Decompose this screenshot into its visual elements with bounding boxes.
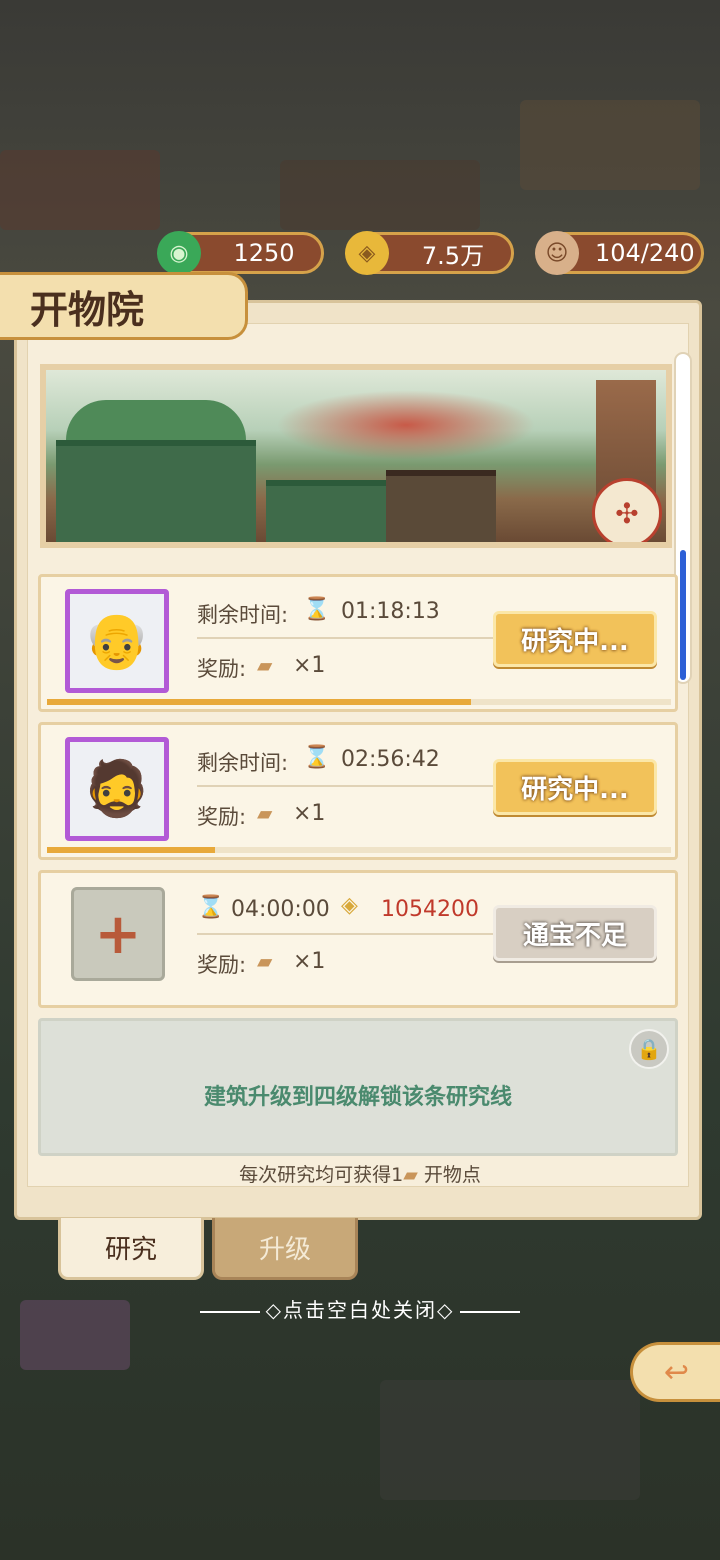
research-progress-fill xyxy=(47,699,472,705)
back-button[interactable]: ↩ xyxy=(630,1342,720,1402)
banner-pagoda xyxy=(56,440,256,542)
page-title: 开物院 xyxy=(0,272,248,340)
banner-hall xyxy=(266,480,386,542)
unlock-requirement: 建筑升级到四级解锁该条研究线 xyxy=(203,1085,512,1110)
research-duration: 04:00:00 xyxy=(231,897,330,922)
wood-plank-icon: ▰ xyxy=(403,1164,418,1186)
footer-note-text: 每次研究均可获得1 xyxy=(239,1164,404,1186)
insufficient-coins-button[interactable]: 通宝不足 xyxy=(493,905,657,961)
close-hint[interactable]: ◇点击空白处关闭◇ xyxy=(0,1294,720,1323)
footer-note-points: 开物点 xyxy=(423,1164,481,1186)
coin-amount: 7.5万 xyxy=(421,241,485,270)
reward-quantity: ×1 xyxy=(293,949,326,974)
research-slot-2: 🧔 剩余时间: ⌛ 02:56:42 奖励: ▰ ×1 研究中... xyxy=(38,722,678,860)
lock-icon: 🔒 xyxy=(629,1029,669,1069)
research-progress-fill xyxy=(47,847,216,853)
remaining-time: 01:18:13 xyxy=(341,599,440,624)
banner-pagoda-roof xyxy=(66,400,246,440)
hourglass-icon: ⌛ xyxy=(197,895,225,920)
research-slot-locked: 🔒 建筑升级到四级解锁该条研究线 xyxy=(38,1018,678,1156)
academy-banner-image: ✣ 科技 xyxy=(40,364,672,548)
footer-note: 每次研究均可获得1▰ 开物点 xyxy=(0,1160,720,1187)
coin-icon: ◈ xyxy=(341,893,358,918)
close-hint-text: ◇点击空白处关闭◇ xyxy=(265,1298,455,1322)
wood-plank-icon: ▰ xyxy=(257,949,273,973)
hint-line-left xyxy=(199,1310,260,1313)
background-roof xyxy=(280,160,480,230)
research-progress xyxy=(47,847,671,853)
research-progress xyxy=(47,699,671,705)
wood-plank-icon: ▰ xyxy=(257,801,273,825)
banner-sky xyxy=(276,390,536,460)
hourglass-icon: ⌛ xyxy=(303,745,331,770)
jade-icon: ◉ xyxy=(157,231,201,275)
reward-quantity: ×1 xyxy=(293,653,326,678)
background-roof xyxy=(380,1380,640,1500)
background-roof xyxy=(0,150,160,230)
researcher-avatar-scholar[interactable]: 🧔 xyxy=(65,737,169,841)
researching-button[interactable]: 研究中... xyxy=(493,611,657,667)
scrollbar-thumb[interactable] xyxy=(680,550,686,680)
add-researcher-button[interactable]: + xyxy=(71,887,165,981)
coin-icon: ◈ xyxy=(345,231,389,275)
tech-tree-icon[interactable]: ✣ xyxy=(592,478,662,542)
back-arrow-icon: ↩ xyxy=(663,1354,690,1390)
background-roof xyxy=(520,100,700,190)
worker-icon: ☺ xyxy=(535,231,579,275)
research-slot-1: 👴 剩余时间: ⌛ 01:18:13 奖励: ▰ ×1 研究中... xyxy=(38,574,678,712)
tab-research[interactable]: 研究 xyxy=(58,1218,204,1280)
research-slot-empty: + ⌛ 04:00:00 ◈ 1054200 奖励: ▰ ×1 通宝不足 xyxy=(38,870,678,1008)
row-divider xyxy=(197,637,515,639)
jade-amount: 1250 xyxy=(233,239,295,267)
reward-label: 奖励: xyxy=(197,657,247,681)
coin-resource[interactable]: ◈ 7.5万 xyxy=(345,231,514,275)
researching-button[interactable]: 研究中... xyxy=(493,759,657,815)
plus-icon: + xyxy=(94,901,142,967)
row-divider xyxy=(197,933,515,935)
worker-resource[interactable]: ☺ 104/240 xyxy=(535,231,704,275)
reward-quantity: ×1 xyxy=(293,801,326,826)
researcher-avatar-elder[interactable]: 👴 xyxy=(65,589,169,693)
remaining-time-label: 剩余时间: xyxy=(197,603,289,627)
remaining-time-label: 剩余时间: xyxy=(197,751,289,775)
research-cost: 1054200 xyxy=(381,897,479,922)
remaining-time: 02:56:42 xyxy=(341,747,440,772)
hint-line-right xyxy=(460,1310,521,1313)
banner-gate xyxy=(386,470,496,542)
jade-resource[interactable]: ◉ 1250 xyxy=(157,231,324,275)
reward-label: 奖励: xyxy=(197,805,247,829)
worker-amount: 104/240 xyxy=(595,239,695,267)
wood-plank-icon: ▰ xyxy=(257,653,273,677)
reward-label: 奖励: xyxy=(197,953,247,977)
hourglass-icon: ⌛ xyxy=(303,597,331,622)
row-divider xyxy=(197,785,515,787)
tech-label[interactable]: 科技 xyxy=(604,540,660,542)
tab-upgrade[interactable]: 升级 xyxy=(212,1218,358,1280)
